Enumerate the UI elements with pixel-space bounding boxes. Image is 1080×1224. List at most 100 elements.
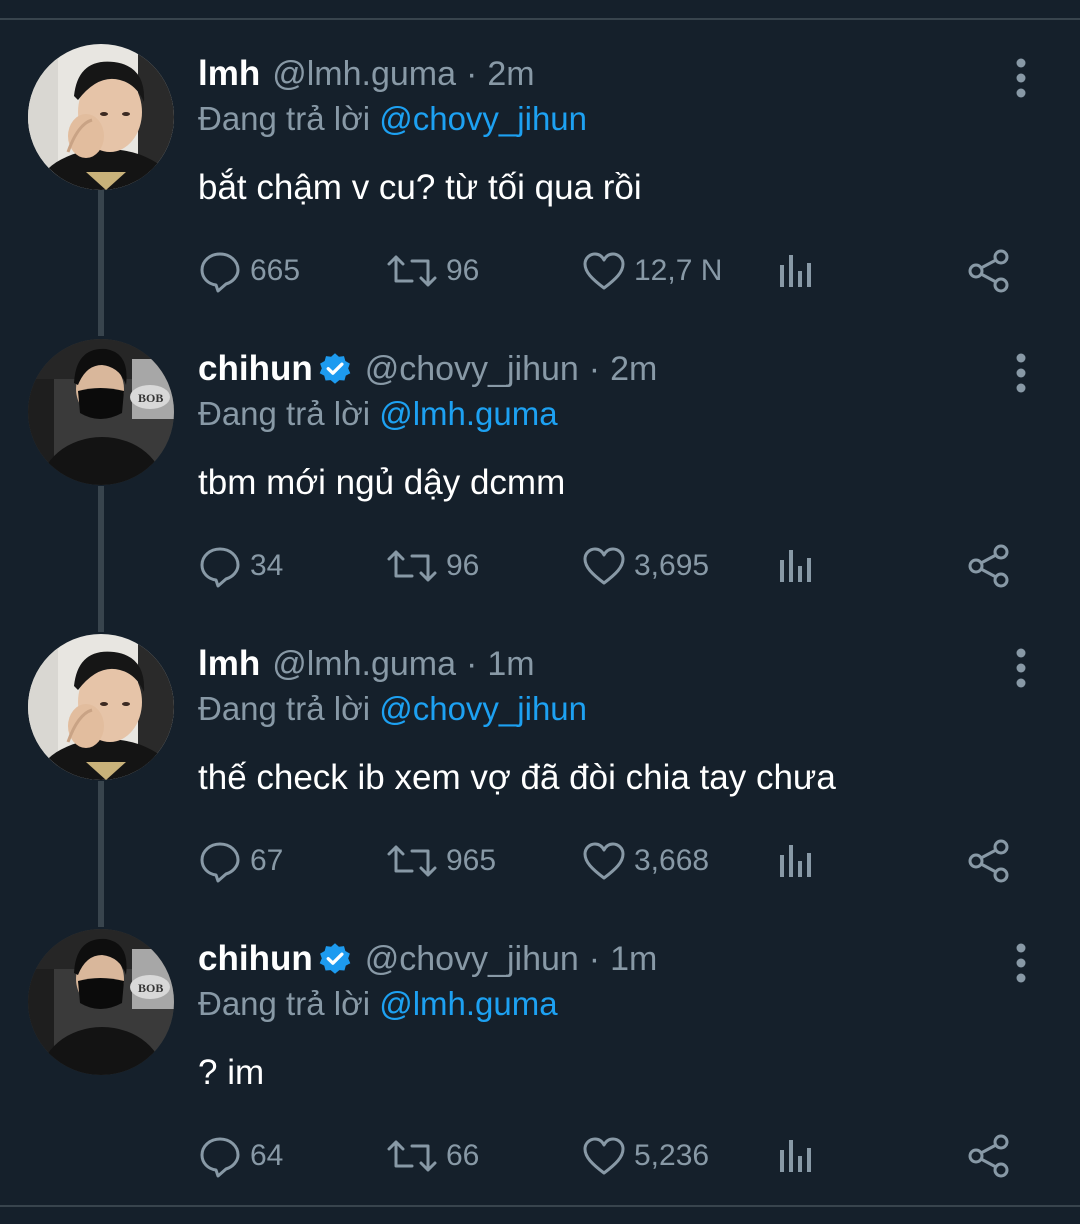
tweet-text: tbm mới ngủ dậy dcmm <box>198 463 566 502</box>
analytics-icon <box>776 251 816 291</box>
tweet-text: ? im <box>198 1053 265 1092</box>
retweet-count: 96 <box>446 254 480 287</box>
like-button[interactable]: 3,668 <box>582 836 709 886</box>
timestamp[interactable]: 1m <box>487 645 534 684</box>
mention-link[interactable]: @lmh.guma <box>379 395 557 432</box>
analytics-icon <box>776 841 816 881</box>
like-count: 3,695 <box>634 549 710 582</box>
retweet-button[interactable]: 965 <box>386 836 496 886</box>
verified-badge-icon <box>317 941 353 977</box>
separator-dot: · <box>588 939 601 978</box>
retweet-icon <box>386 251 438 291</box>
like-button[interactable]: 3,695 <box>582 541 709 591</box>
bottom-divider <box>0 1205 1080 1207</box>
analytics-icon <box>776 1136 816 1176</box>
mention-link[interactable]: @chovy_jihun <box>379 100 587 137</box>
avatar[interactable] <box>28 634 174 780</box>
reply-bubble-icon <box>198 1134 242 1178</box>
separator-dot: · <box>466 644 478 683</box>
retweet-icon <box>386 546 438 586</box>
tweet-text: bắt chậm v cu? từ tối qua rồi <box>198 168 642 207</box>
timestamp[interactable]: 1m <box>610 940 657 979</box>
user-handle[interactable]: @lmh.guma <box>272 645 456 684</box>
more-vertical-icon[interactable] <box>1008 353 1034 393</box>
like-count: 5,236 <box>634 1139 710 1172</box>
avatar[interactable]: BOB <box>28 339 174 485</box>
tweet-text: thế check ib xem vợ đã đòi chia tay chưa <box>198 758 836 797</box>
like-count: 12,7 N <box>634 254 723 287</box>
more-vertical-icon[interactable] <box>1008 58 1034 98</box>
verified-badge-icon <box>317 351 353 387</box>
replying-to: Đang trả lời @lmh.guma <box>198 985 558 1023</box>
share-button[interactable] <box>966 246 1012 296</box>
share-icon <box>966 543 1012 589</box>
heart-icon <box>582 1136 626 1176</box>
more-vertical-icon[interactable] <box>1008 943 1034 983</box>
tweet-header: chihun @chovy_jihun · 2m <box>198 347 657 391</box>
action-bar: 34 96 3,695 <box>0 541 1080 591</box>
replying-to-label: Đang trả lời <box>198 100 371 137</box>
tweet-header: chihun @chovy_jihun · 1m <box>198 937 657 981</box>
avatar[interactable]: BOB <box>28 929 174 1075</box>
replying-to: Đang trả lời @chovy_jihun <box>198 100 587 138</box>
retweet-icon <box>386 841 438 881</box>
reply-bubble-icon <box>198 249 242 293</box>
reply-count: 64 <box>250 1139 284 1172</box>
separator-dot: · <box>466 54 478 93</box>
share-button[interactable] <box>966 541 1012 591</box>
avatar-badge-text: BOB <box>138 981 163 995</box>
heart-icon <box>582 251 626 291</box>
action-bar: 665 96 12,7 N <box>0 246 1080 296</box>
analytics-button[interactable] <box>776 246 816 296</box>
user-handle[interactable]: @chovy_jihun <box>365 350 579 389</box>
reply-bubble-icon <box>198 839 242 883</box>
reply-button[interactable]: 64 <box>198 1131 283 1181</box>
analytics-icon <box>776 546 816 586</box>
like-count: 3,668 <box>634 844 710 877</box>
retweet-button[interactable]: 96 <box>386 541 479 591</box>
reply-button[interactable]: 67 <box>198 836 283 886</box>
avatar-badge-text: BOB <box>138 391 163 405</box>
heart-icon <box>582 841 626 881</box>
replying-to: Đang trả lời @chovy_jihun <box>198 690 587 728</box>
timestamp[interactable]: 2m <box>487 55 534 94</box>
replying-to: Đang trả lời @lmh.guma <box>198 395 558 433</box>
reply-button[interactable]: 34 <box>198 541 283 591</box>
display-name[interactable]: lmh <box>198 644 260 684</box>
retweet-button[interactable]: 96 <box>386 246 479 296</box>
avatar[interactable] <box>28 44 174 190</box>
analytics-button[interactable] <box>776 1131 816 1181</box>
mention-link[interactable]: @lmh.guma <box>379 985 557 1022</box>
analytics-button[interactable] <box>776 541 816 591</box>
timestamp[interactable]: 2m <box>610 350 657 389</box>
display-name[interactable]: lmh <box>198 54 260 94</box>
tweet[interactable]: BOB chihun @chovy_jihun · 1m Đang trả lờ… <box>0 929 1080 1224</box>
share-button[interactable] <box>966 1131 1012 1181</box>
share-button[interactable] <box>966 836 1012 886</box>
retweet-button[interactable]: 66 <box>386 1131 479 1181</box>
top-divider <box>0 18 1080 20</box>
analytics-button[interactable] <box>776 836 816 886</box>
share-icon <box>966 838 1012 884</box>
reply-count: 34 <box>250 549 284 582</box>
user-handle[interactable]: @lmh.guma <box>272 55 456 94</box>
action-bar: 64 66 5,236 <box>0 1131 1080 1181</box>
tweet[interactable]: lmh @lmh.guma · 2m Đang trả lời @chovy_j… <box>0 44 1080 339</box>
retweet-count: 96 <box>446 549 480 582</box>
separator-dot: · <box>588 349 601 388</box>
like-button[interactable]: 12,7 N <box>582 246 722 296</box>
reply-bubble-icon <box>198 544 242 588</box>
retweet-count: 66 <box>446 1139 480 1172</box>
user-handle[interactable]: @chovy_jihun <box>365 940 579 979</box>
display-name[interactable]: chihun <box>198 349 313 389</box>
more-vertical-icon[interactable] <box>1008 648 1034 688</box>
like-button[interactable]: 5,236 <box>582 1131 709 1181</box>
tweet[interactable]: BOB chihun @chovy_jihun · 2m Đang trả lờ… <box>0 339 1080 634</box>
share-icon <box>966 1133 1012 1179</box>
reply-button[interactable]: 665 <box>198 246 300 296</box>
mention-link[interactable]: @chovy_jihun <box>379 690 587 727</box>
replying-to-label: Đang trả lời <box>198 985 371 1022</box>
heart-icon <box>582 546 626 586</box>
display-name[interactable]: chihun <box>198 939 313 979</box>
tweet[interactable]: lmh @lmh.guma · 1m Đang trả lời @chovy_j… <box>0 634 1080 929</box>
